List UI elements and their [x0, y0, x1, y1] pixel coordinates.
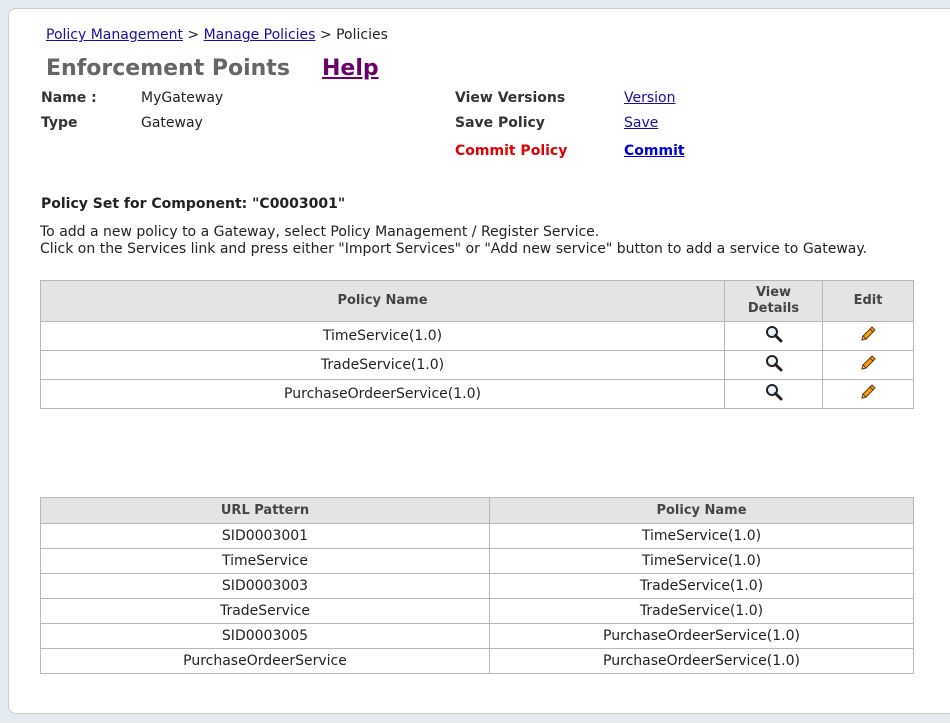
edit-cell	[822, 350, 914, 380]
pencil-icon[interactable]	[859, 354, 877, 376]
table-row: TimeService(1.0)	[40, 321, 914, 351]
policy-name-cell: TimeService(1.0)	[489, 548, 914, 574]
breadcrumb-current: Policies	[336, 27, 388, 43]
url-pattern-cell: SID0003003	[40, 573, 490, 599]
table-row: PurchaseOrdeerService(1.0)	[40, 379, 914, 409]
pencil-icon[interactable]	[859, 325, 877, 347]
col-url-policy-name: Policy Name	[489, 497, 914, 524]
help-link[interactable]: Help	[322, 56, 379, 81]
col-view-details-line1: View	[755, 285, 792, 300]
policies-table-header: Policy Name View Details Edit	[40, 280, 914, 322]
breadcrumb-separator: >	[187, 27, 200, 43]
col-url-pattern: URL Pattern	[40, 497, 490, 524]
url-pattern-cell: PurchaseOrdeerService	[40, 648, 490, 674]
info-line-1: To add a new policy to a Gateway, select…	[40, 224, 600, 240]
magnifier-icon[interactable]	[765, 383, 783, 405]
col-policy-name: Policy Name	[40, 280, 725, 322]
breadcrumb-separator: >	[319, 27, 332, 43]
url-pattern-table: URL Pattern Policy Name SID0003001 TimeS…	[40, 497, 914, 674]
url-pattern-cell: SID0003001	[40, 523, 490, 549]
url-pattern-cell: TimeService	[40, 548, 490, 574]
table-row: TradeService TradeService(1.0)	[40, 598, 914, 624]
save-policy-label: Save Policy	[455, 115, 545, 131]
edit-cell	[822, 379, 914, 409]
version-link[interactable]: Version	[624, 90, 675, 106]
pencil-icon[interactable]	[859, 383, 877, 405]
name-label: Name :	[41, 90, 97, 106]
url-pattern-cell: TradeService	[40, 598, 490, 624]
breadcrumb: Policy Management > Manage Policies > Po…	[46, 27, 388, 43]
save-link[interactable]: Save	[624, 115, 658, 131]
col-view-details-line2: Details	[747, 301, 800, 316]
table-row: TradeService(1.0)	[40, 350, 914, 380]
policy-name-cell: PurchaseOrdeerService(1.0)	[40, 379, 725, 409]
table-row: SID0003001 TimeService(1.0)	[40, 523, 914, 549]
policies-table: Policy Name View Details Edit TimeServic…	[40, 280, 914, 409]
page-title: Enforcement Points	[46, 56, 290, 81]
policy-name-cell: TradeService(1.0)	[40, 350, 725, 380]
table-row: SID0003005 PurchaseOrdeerService(1.0)	[40, 623, 914, 649]
table-row: TimeService TimeService(1.0)	[40, 548, 914, 574]
col-view-details: View Details	[724, 280, 823, 322]
url-pattern-cell: SID0003005	[40, 623, 490, 649]
magnifier-icon[interactable]	[765, 325, 783, 347]
info-line-2: Click on the Services link and press eit…	[40, 241, 868, 257]
col-edit: Edit	[822, 280, 914, 322]
magnifier-icon[interactable]	[765, 354, 783, 376]
view-details-cell	[724, 379, 823, 409]
policy-name-cell: TimeService(1.0)	[489, 523, 914, 549]
policy-name-cell: PurchaseOrdeerService(1.0)	[489, 648, 914, 674]
breadcrumb-manage-policies-link[interactable]: Manage Policies	[204, 27, 316, 43]
policy-set-info: To add a new policy to a Gateway, select…	[40, 224, 867, 258]
type-label: Type	[41, 115, 78, 131]
table-row: PurchaseOrdeerService PurchaseOrdeerServ…	[40, 648, 914, 674]
name-value: MyGateway	[141, 90, 224, 106]
view-details-cell	[724, 321, 823, 351]
commit-link[interactable]: Commit	[624, 143, 685, 159]
table-row: SID0003003 TradeService(1.0)	[40, 573, 914, 599]
type-value: Gateway	[141, 115, 203, 131]
view-versions-label: View Versions	[455, 90, 566, 106]
url-table-header: URL Pattern Policy Name	[40, 497, 914, 524]
policy-name-cell: TradeService(1.0)	[489, 598, 914, 624]
policy-name-cell: TradeService(1.0)	[489, 573, 914, 599]
breadcrumb-policy-management-link[interactable]: Policy Management	[46, 27, 183, 43]
view-details-cell	[724, 350, 823, 380]
policy-set-heading: Policy Set for Component: "C0003001"	[41, 196, 346, 212]
edit-cell	[822, 321, 914, 351]
policy-name-cell: TimeService(1.0)	[40, 321, 725, 351]
policy-name-cell: PurchaseOrdeerService(1.0)	[489, 623, 914, 649]
commit-policy-label: Commit Policy	[455, 143, 568, 159]
